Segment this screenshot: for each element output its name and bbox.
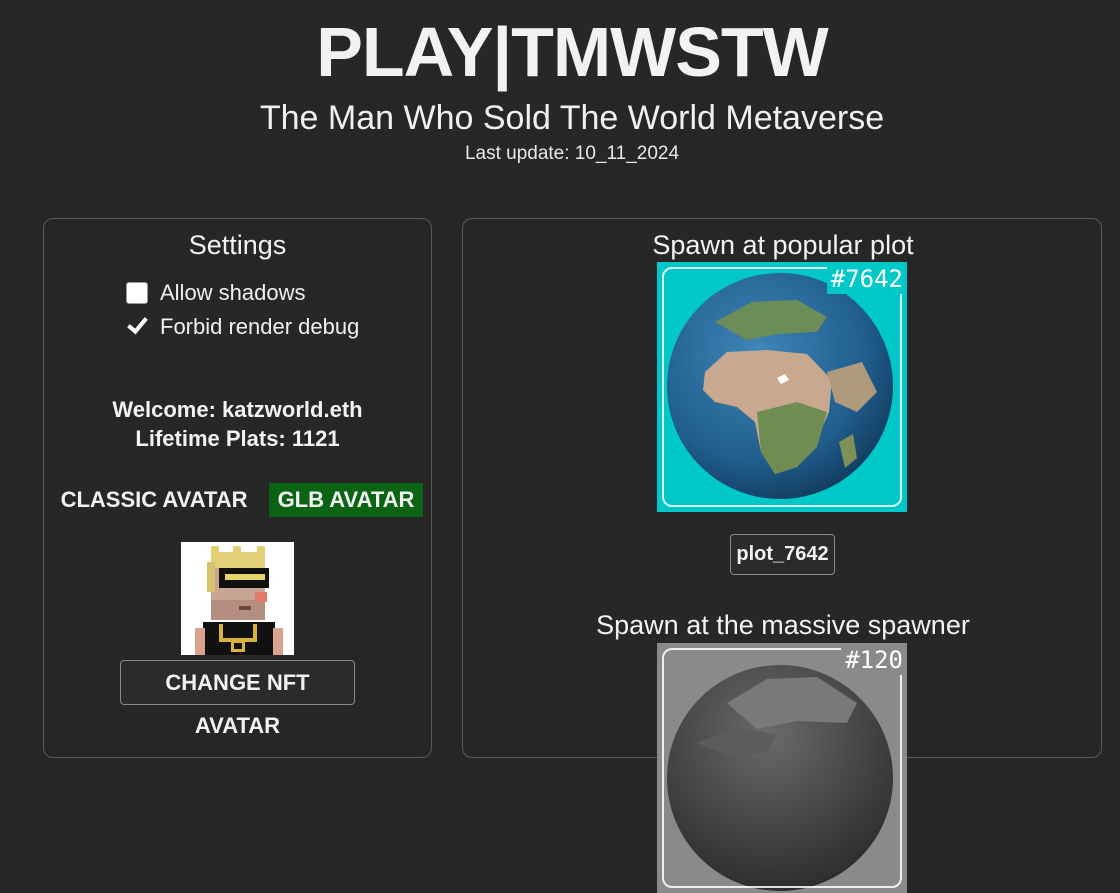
welcome-text: Welcome: katzworld.eth [112,397,363,422]
massive-spawner-number: #120 [841,645,903,675]
allow-shadows-label: Allow shadows [160,280,306,305]
spawn-massive-heading: Spawn at the massive spawner [596,610,970,640]
change-nft-avatar-button[interactable]: CHANGE NFT AVATAR [120,660,355,738]
popular-plot-number: #7642 [826,264,903,294]
popular-plot-frame [662,267,902,507]
avatar-type-tabs: CLASSIC AVATAR GLB AVATAR [44,483,431,517]
massive-spawner-frame [662,648,902,888]
spawn-panel: Spawn at popular plot #7642 plot_7642 Sp… [462,218,1102,893]
spawn-popular-heading: Spawn at popular plot [652,230,914,260]
massive-spawner-card[interactable]: #120 [657,643,907,893]
plot-7642-button[interactable]: plot_7642 [730,534,835,575]
popular-plot-card[interactable]: #7642 [657,262,907,512]
forbid-render-debug-option[interactable]: Forbid render debug [126,314,359,340]
settings-heading: Settings [188,230,287,260]
allow-shadows-checkbox[interactable] [126,282,148,304]
avatar-image [181,542,294,655]
lifetime-plats-text: Lifetime Plats: 1121 [135,426,340,451]
page-subtitle: The Man Who Sold The World Metaverse [259,99,885,137]
tab-glb-avatar[interactable]: GLB AVATAR [268,483,424,517]
forbid-render-debug-checkbox[interactable] [126,316,148,338]
tab-classic-avatar[interactable]: CLASSIC AVATAR [52,483,257,517]
forbid-render-debug-label: Forbid render debug [160,314,360,339]
allow-shadows-option[interactable]: Allow shadows [126,280,306,306]
page-title: PLAY|TMWSTW [316,13,829,91]
last-update-text: Last update: 10_11_2024 [464,143,680,164]
settings-panel: Settings Allow shadows Forbid render deb… [43,218,432,758]
